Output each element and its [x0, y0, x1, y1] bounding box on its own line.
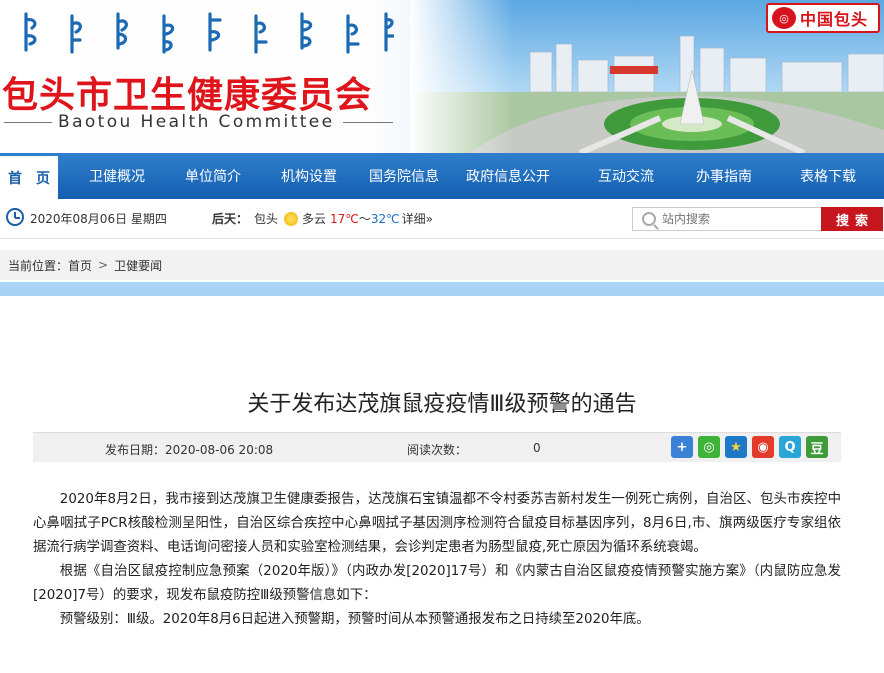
publish-date: 发布日期：2020-08-06 20:08: [105, 443, 274, 457]
baotou-emblem-icon: ◎: [772, 7, 796, 29]
temp-high: 32℃: [370, 211, 400, 226]
main-nav: 首 页 卫健概况 单位简介 机构设置 国务院信息 政府信息公开 互动交流 办事指…: [0, 153, 884, 199]
partly-cloudy-icon: [284, 211, 299, 226]
site-banner: 包头市卫生健康委员会 Baotou Health Committee ◎ 中国包…: [0, 0, 884, 153]
article-paragraph: 2020年8月2日，我市接到达茂旗卫生健康委报告，达茂旗石宝镇温都不令村委苏吉新…: [33, 492, 841, 555]
article-body: 2020年8月2日，我市接到达茂旗卫生健康委报告，达茂旗石宝镇温都不令村委苏吉新…: [33, 488, 841, 632]
weather-label: 后天：: [212, 212, 249, 226]
nav-item-guide[interactable]: 办事指南: [676, 153, 772, 199]
breadcrumb: 当前位置： 首页 > 卫健要闻: [0, 250, 884, 280]
article-paragraph: 根据《自治区鼠疫控制应急预案（2020年版）》（内政办发[2020]17号）和《…: [33, 564, 841, 603]
nav-item-gov-info[interactable]: 政府信息公开: [440, 153, 576, 199]
wechat-icon[interactable]: ◎: [698, 436, 720, 458]
read-count-value: 0: [533, 441, 541, 455]
current-date: 2020年08月06日 星期四: [30, 212, 167, 226]
weather-detail-link[interactable]: 详细»: [402, 210, 433, 227]
weibo-icon[interactable]: ◉: [752, 436, 774, 458]
weather-desc: 多云: [302, 212, 327, 226]
nav-item-downloads[interactable]: 表格下载: [772, 153, 884, 199]
weather-city: 包头: [254, 212, 279, 226]
badge-label: 中国包头: [800, 10, 869, 29]
article-paragraph: 预警级别：Ⅲ级。2020年8月6日起进入预警期，预警时间从本预警通报发布之日持续…: [59, 612, 650, 627]
breadcrumb-prefix: 当前位置：: [8, 258, 69, 273]
nav-item-units[interactable]: 单位简介: [176, 153, 250, 199]
search-input[interactable]: [662, 212, 812, 226]
site-title-en: Baotou Health Committee: [58, 112, 335, 132]
nav-item-state-council[interactable]: 国务院信息: [368, 153, 440, 199]
china-baotou-badge[interactable]: ◎ 中国包头: [766, 3, 880, 33]
nav-item-interaction[interactable]: 互动交流: [576, 153, 676, 199]
qzone-icon[interactable]: ★: [725, 436, 747, 458]
breadcrumb-section[interactable]: 卫健要闻: [114, 257, 162, 274]
title-rule-left: [4, 122, 52, 123]
search-button[interactable]: 搜索: [821, 207, 883, 231]
temp-separator: ～: [358, 212, 371, 226]
share-toolbar: + ◎ ★ ◉ Q 豆: [671, 436, 833, 458]
douban-icon[interactable]: 豆: [806, 436, 828, 458]
breadcrumb-separator: >: [98, 258, 109, 272]
breadcrumb-home[interactable]: 首页: [68, 257, 92, 274]
tencent-weibo-icon[interactable]: Q: [779, 436, 801, 458]
article-title: 关于发布达茂旗鼠疫疫情Ⅲ级预警的通告: [247, 392, 637, 417]
plus-share-icon[interactable]: +: [671, 436, 693, 458]
nav-item-home[interactable]: 首 页: [0, 153, 58, 199]
temp-low: 17℃: [330, 211, 359, 226]
site-title: 包头市卫生健康委员会: [2, 75, 373, 116]
search-icon: [642, 212, 656, 226]
article-meta-bar: 发布日期：2020-08-06 20:08 阅读次数： 0 + ◎ ★ ◉ Q …: [33, 432, 841, 462]
nav-item-overview[interactable]: 卫健概况: [58, 153, 176, 199]
mongolian-script-logo: [24, 12, 394, 54]
clock-icon: [6, 208, 24, 226]
search-box: [632, 207, 822, 231]
decorative-strip: [0, 282, 884, 296]
nav-item-org[interactable]: 机构设置: [250, 153, 368, 199]
title-rule-right: [343, 122, 393, 123]
weather-widget: 后天： 包头 多云 17℃ ～ 32℃ 详细»: [212, 210, 433, 227]
read-count-label: 阅读次数：: [407, 443, 468, 457]
